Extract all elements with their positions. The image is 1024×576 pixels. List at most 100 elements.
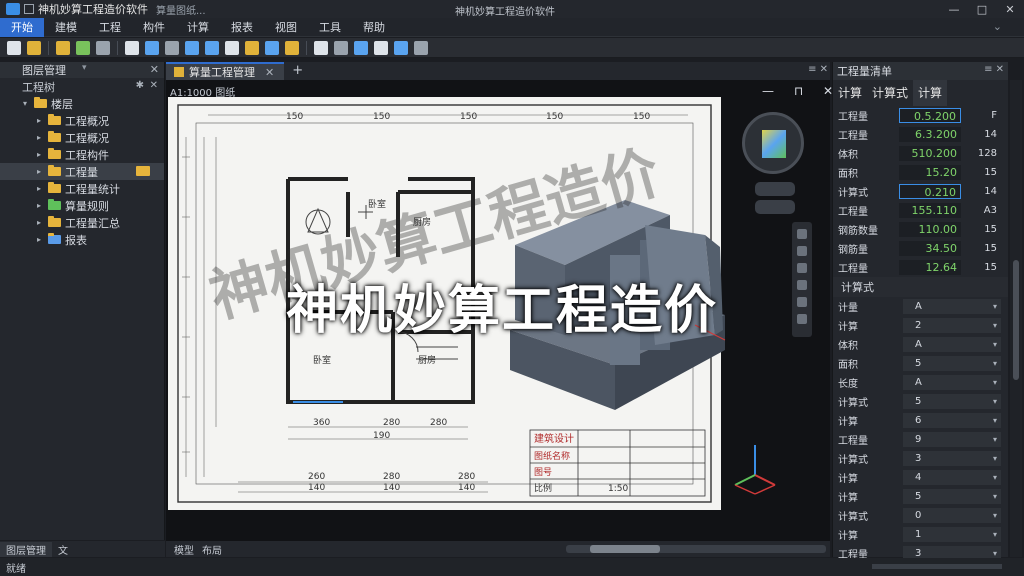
menu-start[interactable]: 开始 (0, 17, 44, 37)
quantity-row[interactable]: 工程量 0.5.200 F (833, 106, 1008, 125)
quantity-row[interactable]: 计算式 0.210 14 (833, 182, 1008, 201)
home-tool-icon[interactable] (797, 297, 807, 307)
parameter-dropdown[interactable]: 1 (903, 527, 1001, 542)
parameter-dropdown[interactable]: 9 (903, 432, 1001, 447)
chevron-right-icon[interactable]: ▸ (34, 167, 44, 176)
new-tab-button[interactable]: + (284, 62, 311, 80)
menu-model[interactable]: 建模 (44, 18, 88, 37)
quantity-row[interactable]: 工程量 155.110 A3 (833, 201, 1008, 220)
pan-icon[interactable] (225, 40, 239, 55)
layers-icon[interactable] (334, 40, 348, 55)
zoom-control[interactable] (755, 200, 795, 214)
print-icon[interactable] (374, 40, 388, 55)
quantity-value[interactable]: 110.00 (899, 222, 961, 237)
tree-item[interactable]: ▸ 工程概况 (0, 129, 164, 146)
magnifier-icon[interactable] (414, 40, 428, 55)
new-file-icon[interactable] (7, 40, 21, 55)
tree-item[interactable]: ▸ 工程量 (0, 163, 164, 180)
chevron-down-icon[interactable]: ▾ (20, 99, 30, 108)
parameter-row[interactable]: 面积 5 (833, 354, 1008, 373)
vertical-scrollbar[interactable] (1010, 80, 1022, 557)
parameter-dropdown[interactable]: 6 (903, 413, 1001, 428)
tab-model[interactable]: 模型 (174, 542, 194, 557)
tab-calc-2[interactable]: 计算 (913, 80, 948, 106)
close-panel-icon[interactable]: ✕ (150, 63, 159, 76)
close-tab-icon[interactable]: ✕ (265, 66, 274, 79)
parameter-row[interactable]: 计算 4 (833, 468, 1008, 487)
parameter-dropdown[interactable]: 5 (903, 356, 1001, 371)
chevron-right-icon[interactable]: ▸ (34, 150, 44, 159)
chevron-right-icon[interactable]: ▸ (34, 116, 44, 125)
parameter-row[interactable]: 计算 2 (833, 316, 1008, 335)
quantity-row[interactable]: 工程量 12.64 15 (833, 258, 1008, 277)
close-icon[interactable]: ✕ (150, 80, 158, 91)
search-icon[interactable] (265, 40, 279, 55)
quantity-value[interactable]: 34.50 (899, 241, 961, 256)
menu-tools[interactable]: 工具 (308, 18, 352, 37)
pan-tool-icon[interactable] (797, 229, 807, 239)
save-icon[interactable] (24, 4, 34, 14)
view-cube[interactable] (742, 112, 804, 174)
gear-icon[interactable]: ✱ (136, 80, 144, 91)
quantity-row[interactable]: 面积 15.20 15 (833, 163, 1008, 182)
rotate-icon[interactable] (165, 40, 179, 55)
parameter-dropdown[interactable]: 5 (903, 489, 1001, 504)
parameter-dropdown[interactable]: 5 (903, 394, 1001, 409)
parameter-row[interactable]: 计算式 0 (833, 506, 1008, 525)
quantity-row[interactable]: 体积 510.200 128 (833, 144, 1008, 163)
close-button[interactable]: ✕ (996, 0, 1024, 18)
tab-layout[interactable]: 布局 (202, 542, 222, 557)
zoom-tool-icon[interactable] (797, 263, 807, 273)
select-icon[interactable] (76, 40, 90, 55)
parameter-row[interactable]: 计算 1 (833, 525, 1008, 544)
quantity-value[interactable]: 0.210 (899, 184, 961, 199)
menu-view[interactable]: 视图 (264, 18, 308, 37)
quantity-value[interactable]: 155.110 (899, 203, 961, 218)
tree-item[interactable]: ▸ 算量规则 (0, 197, 164, 214)
horizontal-scrollbar[interactable] (566, 545, 826, 553)
quantity-value[interactable]: 6.3.200 (899, 127, 961, 142)
pen-icon[interactable] (56, 40, 70, 55)
copy-icon[interactable] (125, 40, 139, 55)
tab-controls[interactable]: ≡ ✕ (808, 64, 828, 75)
tree-item[interactable]: ▸ 报表 (0, 231, 164, 248)
menu-component[interactable]: 构件 (132, 18, 176, 37)
parameter-row[interactable]: 体积 A (833, 335, 1008, 354)
quantity-row[interactable]: 钢筋量 34.50 15 (833, 239, 1008, 258)
parameter-dropdown[interactable]: 4 (903, 470, 1001, 485)
move-icon[interactable] (145, 40, 159, 55)
chevron-right-icon[interactable]: ▸ (34, 201, 44, 210)
parameter-row[interactable]: 计量 A (833, 297, 1008, 316)
tab-layer-manager[interactable]: 图层管理 (0, 541, 52, 557)
quantity-row[interactable]: 工程量 6.3.200 14 (833, 125, 1008, 144)
parameter-dropdown[interactable]: A (903, 299, 1001, 314)
open-file-icon[interactable] (27, 40, 41, 55)
measure-icon[interactable] (245, 40, 259, 55)
document-icon[interactable] (314, 40, 328, 55)
tree-item[interactable]: ▸ 工程构件 (0, 146, 164, 163)
parameter-row[interactable]: 工程量 9 (833, 430, 1008, 449)
orbit-tool-icon[interactable] (797, 246, 807, 256)
fit-tool-icon[interactable] (797, 280, 807, 290)
tree-item[interactable]: ▸ 工程量汇总 (0, 214, 164, 231)
minimize-button[interactable]: — (940, 0, 968, 18)
dropdown-arrow-icon[interactable]: ▾ (82, 63, 87, 73)
quantity-value[interactable]: 0.5.200 (899, 108, 961, 123)
quantity-value[interactable]: 12.64 (899, 260, 961, 275)
parameter-row[interactable]: 计算式 3 (833, 449, 1008, 468)
chevron-right-icon[interactable]: ▸ (34, 218, 44, 227)
parameter-row[interactable]: 计算 5 (833, 487, 1008, 506)
viewport-controls[interactable]: — ⊓ ✕ (762, 84, 841, 98)
tree-item[interactable]: ▸ 工程量统计 (0, 180, 164, 197)
scrollbar-thumb[interactable] (590, 545, 660, 553)
tree-item[interactable]: ▾ 楼层 (0, 95, 164, 112)
formula-section-header[interactable]: 计算式 (833, 277, 1008, 297)
scrollbar-thumb[interactable] (1013, 260, 1019, 380)
parameter-dropdown[interactable]: 0 (903, 508, 1001, 523)
frame-icon[interactable] (96, 40, 110, 55)
menu-calc[interactable]: 计算 (176, 18, 220, 37)
chevron-right-icon[interactable]: ▸ (34, 235, 44, 244)
tab-formula[interactable]: 计算式 (867, 80, 913, 106)
tab-text[interactable]: 文 (52, 542, 74, 557)
parameter-dropdown[interactable]: A (903, 337, 1001, 352)
